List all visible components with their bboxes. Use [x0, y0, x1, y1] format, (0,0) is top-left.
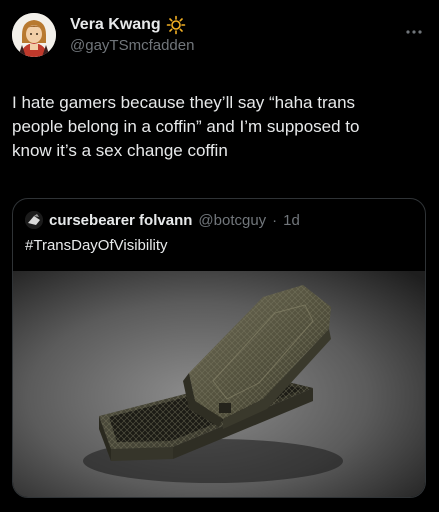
tweet-text-line: I hate gamers because they’ll say “haha …: [12, 93, 356, 112]
quote-tweet-card[interactable]: cursebearer folvann @botcguy · 1d #Trans…: [12, 198, 426, 498]
tweet-text-line: know it’s a sex change coffin: [12, 141, 228, 160]
quote-display-name[interactable]: cursebearer folvann: [49, 212, 192, 229]
avatar[interactable]: [12, 13, 56, 57]
quote-handle[interactable]: @botcguy: [198, 212, 266, 229]
quote-avatar[interactable]: [25, 211, 43, 229]
tweet-author: Vera Kwang @gayTSmcfadden: [70, 15, 194, 54]
coffin-image[interactable]: [13, 271, 425, 497]
more-icon[interactable]: [405, 22, 423, 34]
display-name[interactable]: Vera Kwang: [70, 16, 161, 34]
tweet[interactable]: Vera Kwang @gayTSmcfadden I hate gamers …: [0, 0, 439, 512]
sun-icon: [166, 15, 186, 35]
quote-separator: ·: [272, 211, 278, 229]
avatar-illustration: [12, 13, 56, 57]
tweet-text: I hate gamers because they’ll say “haha …: [12, 91, 427, 163]
name-row: Vera Kwang: [70, 15, 194, 35]
tweet-text-line: people belong in a coffin” and I’m suppo…: [12, 117, 360, 136]
quote-hashtag[interactable]: #TransDayOfVisibility: [25, 237, 168, 254]
user-handle[interactable]: @gayTSmcfadden: [70, 37, 194, 54]
quote-header: cursebearer folvann @botcguy · 1d: [25, 211, 300, 229]
quote-timestamp[interactable]: 1d: [283, 212, 300, 229]
